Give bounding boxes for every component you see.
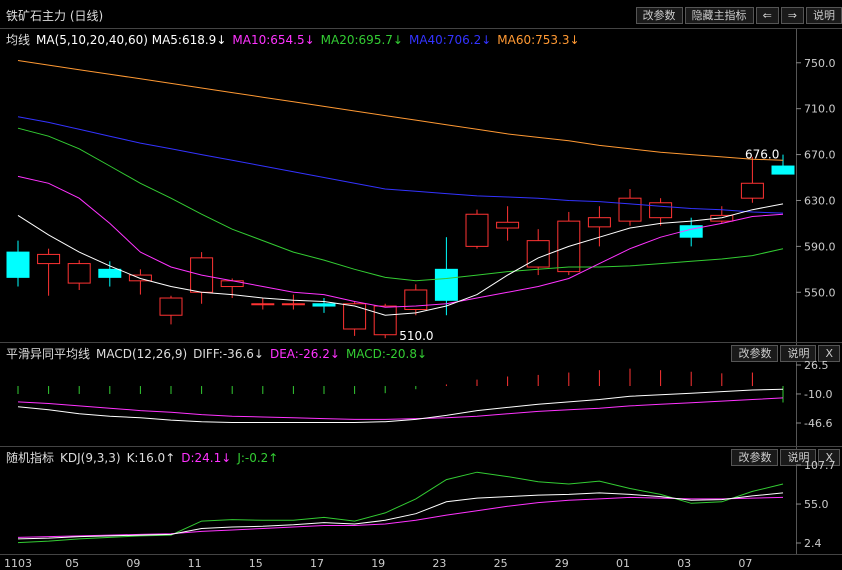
- kdj-tick-label: 55.0: [804, 498, 829, 511]
- candle-body: [312, 303, 336, 307]
- candle-body: [587, 217, 611, 228]
- ma5-line: [17, 203, 784, 316]
- candle-body: [98, 268, 122, 278]
- kdj-chart[interactable]: 107.7 55.0 2.4: [0, 447, 842, 555]
- date-tick-label: 05: [65, 557, 79, 570]
- ma40-line: [17, 116, 784, 214]
- candle-body: [128, 274, 152, 282]
- candle-body: [649, 202, 673, 219]
- k-line: [17, 492, 784, 540]
- price-panel[interactable]: 均线 MA(5,10,20,40,60) MA5:618.9↓ MA10:654.5…: [0, 28, 842, 343]
- candle-body: [618, 197, 642, 222]
- change-params-button[interactable]: 改参数: [635, 7, 683, 24]
- high-annotation: 676.0: [745, 148, 779, 162]
- candle-body: [281, 303, 305, 306]
- price-tick-label: 670.0: [804, 149, 836, 162]
- date-tick-label: 09: [126, 557, 140, 570]
- help-button[interactable]: 说明: [806, 7, 842, 24]
- date-tick-label: 29: [555, 557, 569, 570]
- ma60-line: [17, 60, 784, 161]
- candle-body: [67, 263, 91, 284]
- price-tick-label: 710.0: [804, 103, 836, 116]
- kdj-tick-label: 2.4: [804, 537, 822, 550]
- candle-body: [771, 165, 795, 175]
- date-tick-label: 07: [738, 557, 752, 570]
- candle-body: [373, 305, 397, 336]
- candle-body: [251, 303, 275, 306]
- date-tick-label: 19: [371, 557, 385, 570]
- price-tick-label: 590.0: [804, 240, 836, 253]
- candle-body: [740, 182, 764, 199]
- candle-body: [220, 280, 244, 288]
- price-tick-label: 750.0: [804, 57, 836, 70]
- candle-body: [343, 303, 367, 330]
- date-tick-label: 1103: [4, 557, 32, 570]
- next-arrow-button[interactable]: ⇒: [780, 7, 804, 24]
- price-tick-label: 550.0: [804, 286, 836, 299]
- macd-tick-label: 26.5: [804, 359, 829, 372]
- date-tick-label: 25: [494, 557, 508, 570]
- chart-title: 铁矿石主力 (日线): [6, 9, 104, 23]
- macd-tick-label: -10.0: [804, 388, 832, 401]
- macd-panel[interactable]: 平滑异同平均线 MACD(12,26,9) DIFF:-36.6↓ DEA:-26.2…: [0, 342, 842, 446]
- prev-arrow-button[interactable]: ⇐: [755, 7, 779, 24]
- candle-body: [37, 253, 61, 265]
- diff-line: [17, 388, 784, 423]
- candle-body: [434, 268, 458, 301]
- candle-body: [6, 251, 30, 278]
- dea-line: [17, 397, 784, 420]
- date-axis: 1103 05 09 11 15 17 19 23 25 29 01 03 07: [0, 554, 842, 570]
- macd-tick-label: -46.6: [804, 417, 832, 430]
- date-tick-label: 01: [616, 557, 630, 570]
- date-tick-label: 17: [310, 557, 324, 570]
- kdj-panel[interactable]: 随机指标 KDJ(9,3,3) K:16.0↑ D:24.1↓ J:-0.2↑ 改参数 …: [0, 446, 842, 554]
- candle-body: [465, 213, 489, 247]
- date-tick-label: 11: [188, 557, 202, 570]
- kdj-tick-label: 107.7: [804, 459, 836, 472]
- price-chart[interactable]: 750.0 710.0 670.0 630.0 590.0 550.0 676.0 510.0: [0, 29, 842, 343]
- candle-body: [159, 297, 183, 316]
- low-annotation: 510.0: [399, 329, 433, 343]
- ma10-line: [17, 175, 784, 308]
- macd-chart[interactable]: 26.5 -10.0 -46.6: [0, 343, 842, 447]
- j-line: [17, 471, 784, 544]
- hide-main-indicator-button[interactable]: 隐藏主指标: [684, 7, 754, 24]
- date-tick-label: 03: [677, 557, 691, 570]
- date-tick-label: 15: [249, 557, 263, 570]
- candle-body: [526, 240, 550, 268]
- title-bar: 铁矿石主力 (日线) 改参数 隐藏主指标 ⇐ ⇒ 说明: [0, 0, 842, 29]
- price-tick-label: 630.0: [804, 194, 836, 207]
- date-tick-label: 23: [432, 557, 446, 570]
- candle-body: [496, 221, 520, 229]
